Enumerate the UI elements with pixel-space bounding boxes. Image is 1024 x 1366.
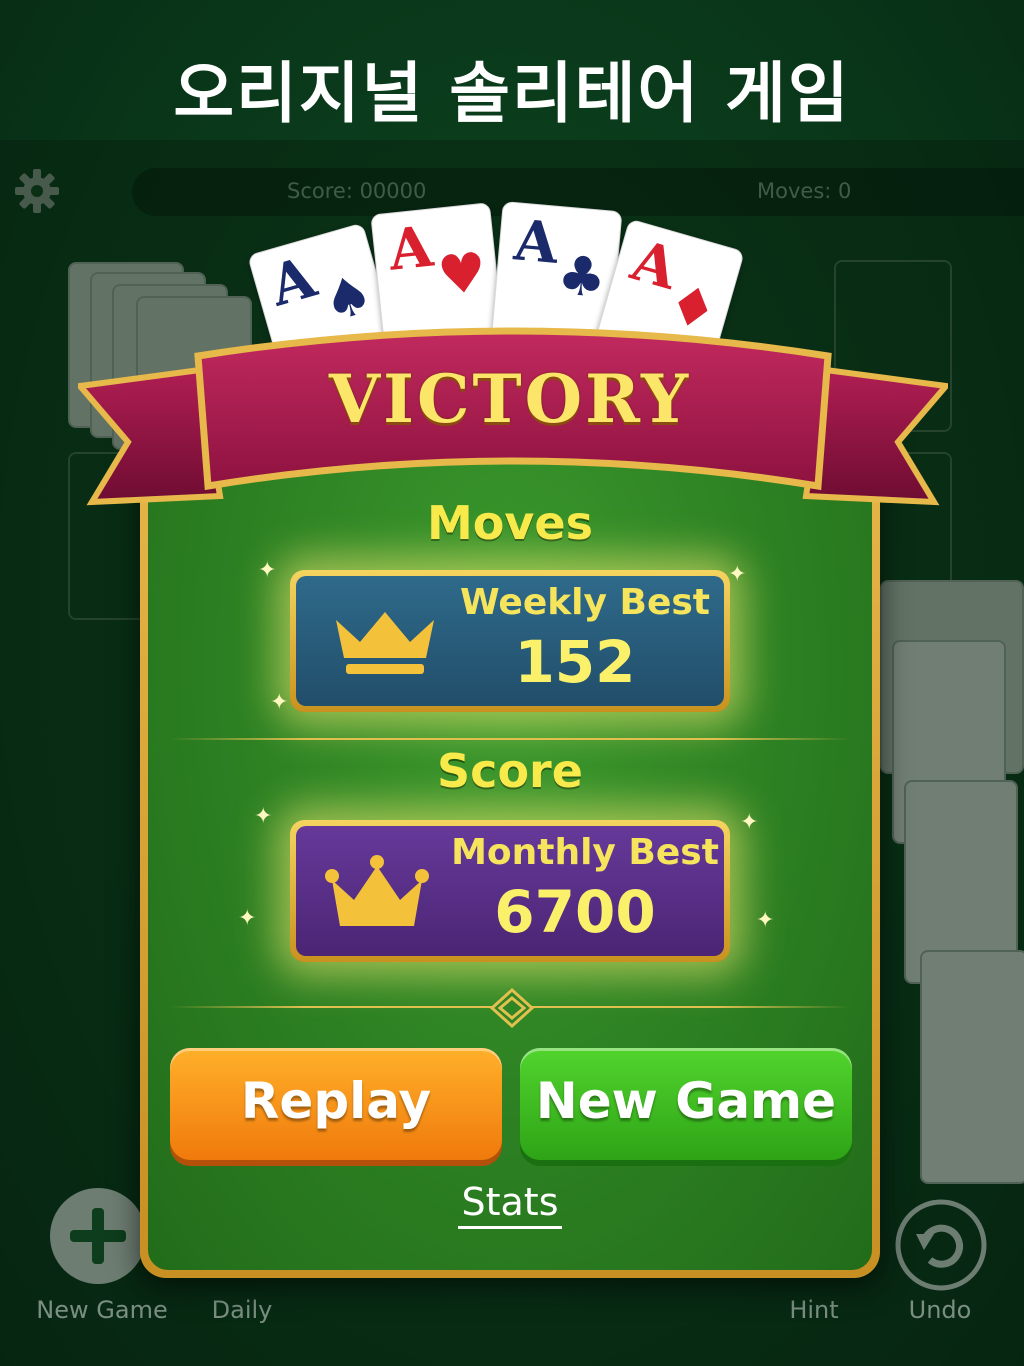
bottom-new-game-label[interactable]: New Game: [22, 1296, 182, 1324]
sparkle-icon: ✦: [254, 804, 273, 829]
victory-title: VICTORY: [328, 360, 692, 438]
moves-section-title: Moves: [427, 496, 593, 550]
crown-icon: [325, 855, 429, 926]
monthly-best-value: 6700: [494, 878, 656, 946]
sparkle-icon: ✦: [270, 690, 289, 715]
card-rank: A: [262, 244, 323, 320]
card-rank: A: [511, 207, 561, 277]
sparkle-icon: ✦: [728, 562, 747, 587]
undo-icon[interactable]: [894, 1198, 988, 1292]
sparkle-icon: ✦: [756, 908, 775, 933]
add-icon[interactable]: [50, 1188, 146, 1284]
card-rank: A: [385, 213, 436, 284]
monthly-best-label: Monthly Best: [451, 832, 719, 873]
replay-button[interactable]: Replay: [170, 1048, 502, 1160]
club-icon: ♣: [554, 243, 609, 311]
stats-link[interactable]: Stats: [458, 1180, 562, 1229]
diamond-ornament-icon: [489, 988, 535, 1028]
sparkle-icon: ✦: [740, 810, 759, 835]
sparkle-icon: ✦: [258, 558, 277, 583]
bottom-undo-label[interactable]: Undo: [860, 1296, 1020, 1324]
weekly-best-box: Weekly Best 152: [290, 570, 730, 712]
bottom-daily-label[interactable]: Daily: [162, 1296, 322, 1324]
section-divider: [170, 738, 850, 740]
weekly-best-value: 152: [514, 628, 636, 696]
weekly-best-label: Weekly Best: [459, 582, 711, 623]
heart-icon: ♥: [434, 240, 490, 308]
sparkle-icon: ✦: [238, 906, 257, 931]
new-game-button[interactable]: New Game: [520, 1048, 852, 1160]
score-section-title: Score: [437, 744, 583, 798]
headline: 오리지널 솔리테어 게임: [173, 55, 851, 132]
plus-icon: [70, 1208, 126, 1264]
crown-icon: [336, 612, 434, 674]
monthly-best-box: Monthly Best 6700: [290, 820, 730, 962]
